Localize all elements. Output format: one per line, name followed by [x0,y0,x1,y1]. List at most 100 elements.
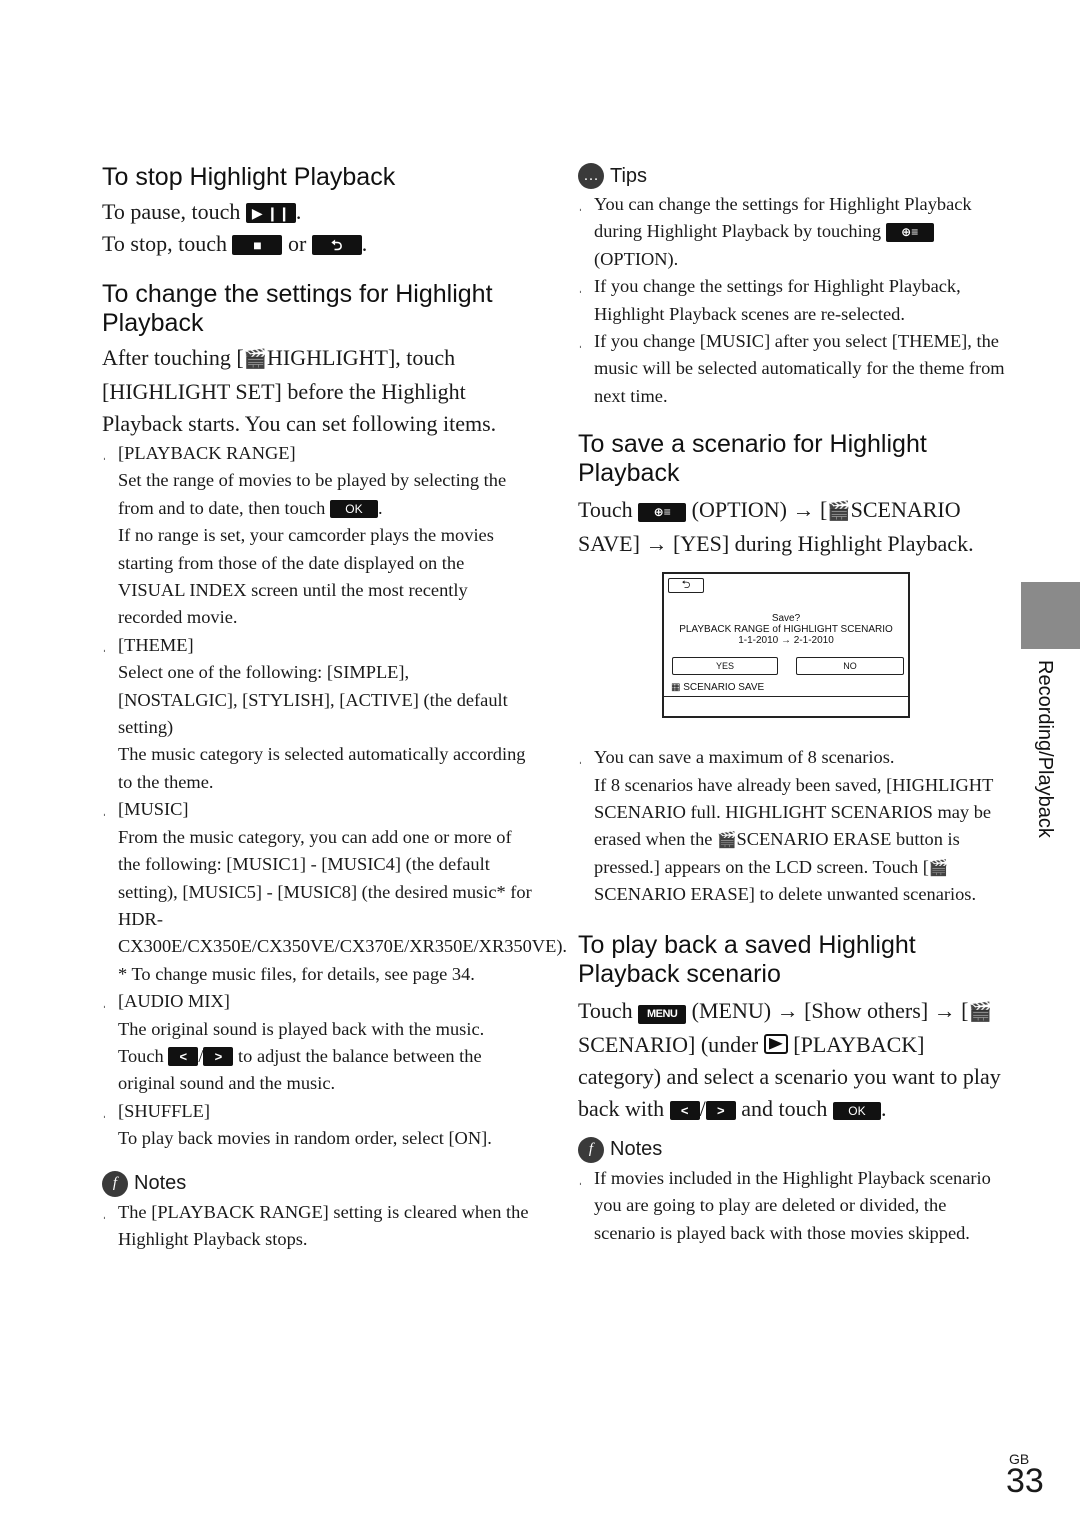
option-button-icon: ⊕≡ [885,223,934,243]
tip-text: If you change [MUSIC] after you select [… [594,331,1005,406]
option-button-icon: ⊕≡ [638,503,687,523]
notes-right: f Notes ˌ If movies included in the High… [578,1136,1008,1247]
playback-category-icon [763,1033,788,1054]
stop-line: To stop, touch ■ or ⮌. [102,231,368,256]
bullet-icon: ˌ [102,994,107,1010]
lcd-yes-button: YES [672,657,778,676]
lcd-title-text: SCENARIO SAVE [683,682,765,694]
tips-label: Tips [610,164,648,187]
stop-button-icon: ■ [232,235,283,255]
menu-button-icon: MENU [638,1004,687,1024]
scenario-icon: 🎬 [928,857,949,877]
bullet-icon: ˌ [102,1103,107,1119]
lcd-screen-illustration: ⮌ Save? PLAYBACK RANGE of HIGHLIGHT SCEN… [662,572,910,719]
playback-text: (MENU) → [Show others] → [ [691,997,969,1023]
setting-playback-range: ˌ [PLAYBACK RANGE] Set the range of movi… [102,440,532,632]
lcd-no-button: NO [796,657,904,676]
save-instructions: Touch ⊕≡ (OPTION) → [🎬SCENARIO SAVE] → [… [578,494,1008,560]
tip-text: If you change the settings for Highlight… [594,276,961,324]
bullet-icon: ˌ [578,750,583,766]
lcd-line: 1-1-2010 → 2-1-2010 [738,635,834,647]
scenario-icon: 🎬 [827,501,851,523]
setting-text: The music category is selected automatic… [118,744,526,792]
setting-label: [SHUFFLE] [118,1100,210,1121]
lcd-message: Save? PLAYBACK RANGE of HIGHLIGHT SCENAR… [664,613,908,646]
setting-text: From the music category, you can add one… [118,826,568,957]
note-text: The [PLAYBACK RANGE] setting is cleared … [118,1201,529,1249]
save-heading: To save a scenario for Highlight Playbac… [578,430,927,488]
tip-item: ˌ You can change the settings for Highli… [578,191,1008,273]
tip-item: ˌ If you change [MUSIC] after you select… [578,328,1008,410]
bullet-icon: ˌ [102,637,107,653]
play-pause-button-icon: ▶ ❙❙ [245,203,296,223]
bullet-icon: ˌ [102,802,107,818]
setting-theme: ˌ [THEME] Select one of the following: [… [102,632,532,796]
setting-shuffle: ˌ [SHUFFLE] To play back movies in rando… [102,1098,532,1153]
chapter-tab [1021,582,1080,649]
playback-text: SCENARIO] (under [578,1031,759,1057]
notes-header: f Notes [102,1170,532,1197]
lcd-line: Save? [771,613,801,625]
right-arrow-button-icon: > [705,1100,736,1120]
settings-list: ˌ [PLAYBACK RANGE] Set the range of movi… [102,440,568,1153]
pause-line: To pause, touch ▶ ❙❙. [102,199,302,224]
note-item: ˌ The [PLAYBACK RANGE] setting is cleare… [102,1199,532,1254]
chapter-label: Recording/Playback [1034,660,1056,838]
return-button-icon: ⮌ [311,235,362,255]
ok-button-icon: OK [832,1101,881,1120]
lcd-title: ▦ SCENARIO SAVE [671,682,765,694]
save-text: (OPTION) → [ [691,497,828,523]
intro-text-1: After touching [ [102,345,244,370]
change-intro: After touching [🎬HIGHLIGHT], touch [HIGH… [102,342,532,440]
tips-icon: … [578,163,604,189]
setting-text: Set the range of movies to be played by … [118,470,507,518]
change-heading: To change the settings for Highlight Pla… [102,280,493,337]
playback-text: and touch [741,1095,828,1121]
right-column: … Tips ˌ You can change the settings for… [578,163,1008,1247]
notes-header: f Notes [578,1136,1008,1163]
right-arrow-button-icon: > [203,1046,234,1066]
lcd-divider [664,696,908,698]
setting-text: To play back movies in random order, sel… [118,1128,492,1149]
save-text: Touch [578,497,633,523]
highlight-icon: 🎬 [243,349,268,370]
left-arrow-button-icon: < [669,1100,700,1120]
playback-instructions: Touch MENU (MENU) → [Show others] → [🎬 SC… [578,997,1001,1121]
setting-text: If no range is set, your camcorder plays… [118,525,494,628]
setting-label: [PLAYBACK RANGE] [118,443,296,463]
ok-button-icon: OK [329,499,378,518]
bullet-icon: ˌ [578,1170,583,1186]
footnote: * To change music files, for details, se… [118,963,475,984]
note-item: ˌ If movies included in the Highlight Pl… [578,1165,1008,1247]
setting-text: The original sound is played back with t… [118,1018,485,1039]
page-number: 33 [1006,1462,1044,1500]
lcd-back-button: ⮌ [668,578,704,594]
notes-left: f Notes ˌ The [PLAYBACK RANGE] setting i… [102,1170,532,1254]
scenario-icon: 🎬 [717,830,737,850]
setting-label: [AUDIO MIX] [118,991,230,1012]
pause-text: To pause, touch [102,199,241,224]
setting-text: Touch [118,1045,164,1066]
save-note: ˌ You can save a maximum of 8 scenarios.… [578,744,1008,908]
left-column: To stop Highlight Playback To pause, tou… [102,163,568,1254]
playback-text: Touch [578,997,633,1023]
tip-text: (OPTION). [594,248,679,269]
tips-header: … Tips [578,163,1008,189]
playback-heading: To play back a saved Highlight Playback … [578,930,916,988]
left-arrow-button-icon: < [168,1046,199,1066]
bullet-icon: ˌ [578,334,583,350]
setting-text: Select one of the following: [SIMPLE], [… [118,662,508,738]
notes-icon: f [578,1136,604,1163]
setting-label: [THEME] [118,634,194,655]
setting-music: ˌ [MUSIC] From the music category, you c… [102,796,568,988]
bullet-icon: ˌ [102,1204,107,1220]
bullet-icon: ˌ [578,279,583,295]
tips: … Tips ˌ You can change the settings for… [578,163,1008,410]
bullet-icon: ˌ [578,197,583,212]
notes-label: Notes [610,1138,663,1161]
setting-label: [MUSIC] [118,799,189,820]
scenario-icon: 🎬 [968,1001,992,1023]
note-text: If movies included in the Highlight Play… [594,1167,991,1243]
stop-text: To stop, touch [102,231,227,256]
lcd-line: PLAYBACK RANGE of HIGHLIGHT SCENARIO [679,624,893,636]
